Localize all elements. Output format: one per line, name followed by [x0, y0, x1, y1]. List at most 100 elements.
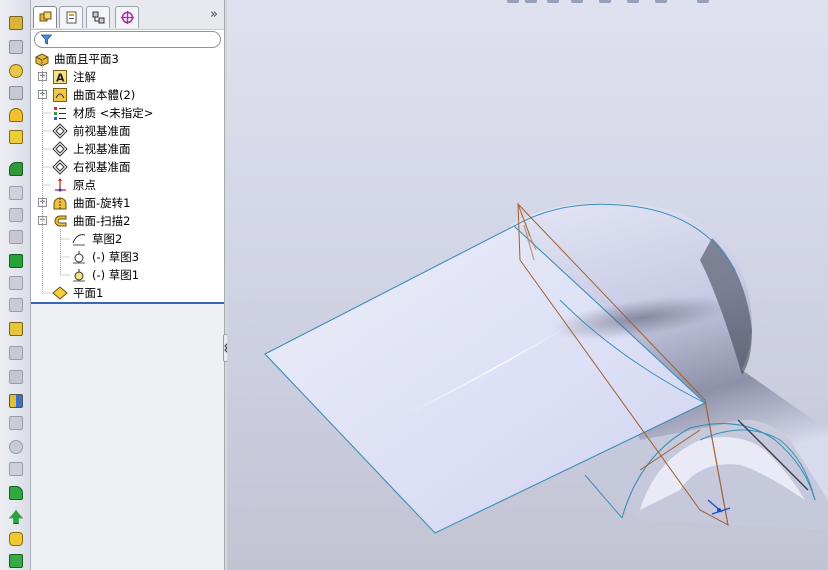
chamfer-button[interactable] [6, 184, 26, 202]
expand-panel-chevron[interactable]: » [210, 7, 218, 22]
planar-surface-icon [52, 286, 68, 300]
split-icon [9, 554, 23, 568]
tree-item-label: 材质 <未指定> [73, 106, 154, 120]
tree-item-label: 右视基准面 [73, 160, 131, 174]
circular-pattern-button[interactable] [6, 344, 26, 362]
reference-geometry-button[interactable] [6, 392, 26, 410]
tab-property-manager[interactable] [59, 6, 83, 28]
mirror-button[interactable] [6, 368, 26, 386]
dome-button[interactable] [6, 296, 26, 314]
annotations-icon: A [53, 70, 67, 85]
draft-button[interactable] [6, 252, 26, 270]
hole-wizard-icon [9, 462, 23, 476]
loft-icon [9, 86, 23, 100]
swept-boss-button[interactable] [6, 62, 26, 80]
tree-item-label: 曲面-旋转1 [73, 196, 131, 210]
plane-icon [52, 123, 68, 139]
boundary-boss-button[interactable] [6, 106, 26, 124]
tree-item-sketch1[interactable]: (-) 草图1 [31, 266, 224, 284]
panel-empty-area [31, 304, 224, 570]
feature-tree: 曲面且平面3 + A 注解 + 曲面本體(2) 材质 <未指定> 前视基准面 上… [31, 50, 224, 302]
tree-item-label: 曲面本體(2) [73, 88, 136, 102]
lofted-boss-button[interactable] [6, 84, 26, 102]
property-manager-icon [66, 11, 77, 24]
intersect-icon [9, 532, 23, 546]
extruded-boss-icon [9, 16, 23, 30]
intersect-button[interactable] [6, 530, 26, 548]
dome-icon [9, 298, 23, 312]
extruded-boss-button[interactable] [6, 14, 26, 32]
extruded-cut-button[interactable] [6, 128, 26, 146]
wrap-icon [9, 276, 23, 290]
tree-item-label: 前视基准面 [73, 124, 131, 138]
chamfer-icon [9, 186, 23, 200]
tree-item-label: 曲面-扫描2 [73, 214, 131, 228]
combine-button[interactable] [6, 484, 26, 502]
tree-item-label: (-) 草图1 [92, 268, 140, 282]
expand-toggle[interactable]: + [38, 90, 47, 99]
sketch-icon [73, 269, 85, 282]
tree-item-plane1[interactable]: 平面1 [31, 284, 224, 302]
curves-icon [9, 416, 23, 430]
rib-icon [9, 208, 23, 222]
tree-item-label: 平面1 [73, 286, 104, 300]
tree-item-label: 注解 [73, 70, 96, 84]
part-icon [35, 53, 49, 67]
cut-icon [9, 130, 23, 144]
move-copy-icon [9, 510, 23, 524]
revolved-boss-button[interactable] [6, 38, 26, 56]
model-geometry [264, 202, 828, 534]
collapse-toggle[interactable]: − [38, 216, 47, 225]
boundary-icon [9, 108, 23, 122]
linear-pattern-icon [9, 322, 23, 336]
tree-item-surface-sweep2[interactable]: − 曲面-扫描2 [31, 212, 224, 230]
tree-item-origin[interactable]: 原点 [31, 176, 224, 194]
tree-item-sketch2[interactable]: 草图2 [31, 230, 224, 248]
tree-root[interactable]: 曲面且平面3 [31, 50, 224, 68]
instant3d-button[interactable] [6, 438, 26, 456]
tree-item-top-plane[interactable]: 上视基准面 [31, 140, 224, 158]
hole-wizard-button[interactable] [6, 460, 26, 478]
graphics-area[interactable] [227, 0, 828, 570]
expand-toggle[interactable]: + [38, 72, 47, 81]
split-button[interactable] [6, 552, 26, 570]
tree-item-surface-bodies[interactable]: + 曲面本體(2) [31, 86, 224, 104]
tab-dimxpert[interactable] [115, 6, 139, 28]
rib-button[interactable] [6, 206, 26, 224]
linear-pattern-button[interactable] [6, 320, 26, 338]
surface-sweep-icon [54, 215, 67, 227]
tree-item-annotations[interactable]: + A 注解 [31, 68, 224, 86]
tab-feature-manager[interactable] [33, 6, 57, 28]
tree-item-label: 上视基准面 [73, 142, 131, 156]
shell-icon [9, 230, 23, 244]
instant3d-icon [9, 440, 23, 454]
plane-icon [52, 159, 68, 175]
feature-filter-input[interactable] [34, 31, 221, 48]
filter-icon [41, 34, 52, 45]
origin-icon [55, 178, 66, 192]
tab-configuration-manager[interactable] [86, 6, 110, 28]
tree-item-material[interactable]: 材质 <未指定> [31, 104, 224, 122]
tree-item-surface-revolve1[interactable]: + 曲面-旋转1 [31, 194, 224, 212]
fillet-icon [9, 162, 23, 176]
move-copy-button[interactable] [6, 508, 26, 526]
svg-text:A: A [56, 72, 65, 85]
tree-item-label: (-) 草图3 [92, 250, 140, 264]
tree-item-label: 草图2 [92, 232, 123, 246]
draft-icon [9, 254, 23, 268]
dimxpert-icon [121, 11, 134, 24]
configuration-manager-icon [92, 11, 105, 24]
expand-toggle[interactable]: + [38, 198, 47, 207]
tree-item-right-plane[interactable]: 右视基准面 [31, 158, 224, 176]
wrap-button[interactable] [6, 274, 26, 292]
fillet-button[interactable] [6, 160, 26, 178]
combine-icon [9, 486, 23, 500]
surface-revolve-icon [53, 197, 67, 210]
revolve-icon [9, 40, 23, 54]
curves-button[interactable] [6, 414, 26, 432]
command-toolbar [0, 0, 31, 570]
tree-item-sketch3[interactable]: (-) 草图3 [31, 248, 224, 266]
tree-item-front-plane[interactable]: 前视基准面 [31, 122, 224, 140]
surface-bodies-icon [53, 88, 67, 102]
shell-button[interactable] [6, 228, 26, 246]
